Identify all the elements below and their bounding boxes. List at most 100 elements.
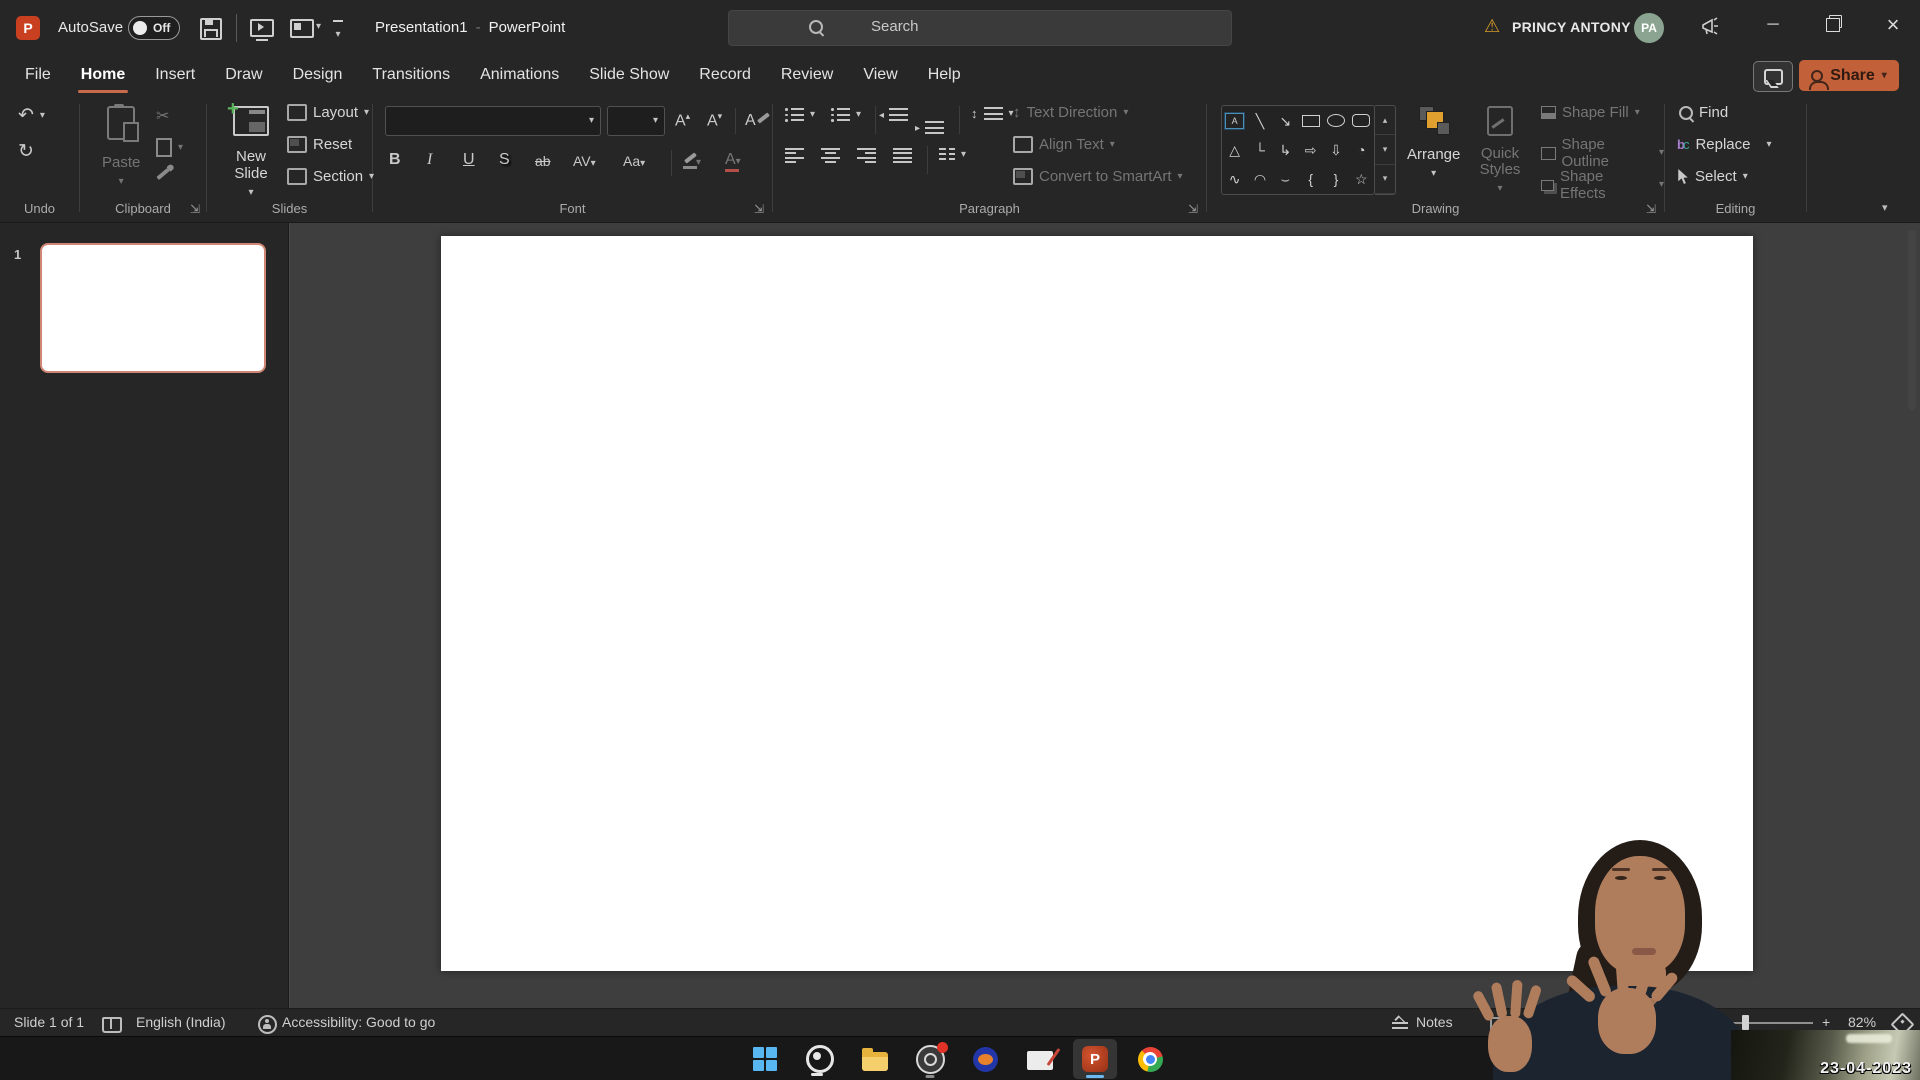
align-center-button[interactable]: [821, 148, 840, 163]
save-icon[interactable]: [200, 18, 222, 40]
shape-effects-button[interactable]: Shape Effects▾: [1541, 168, 1664, 202]
close-button[interactable]: ×: [1870, 0, 1916, 50]
notes-icon[interactable]: [1392, 1018, 1408, 1029]
new-slide-button[interactable]: + New Slide ▾: [221, 106, 281, 198]
tab-insert[interactable]: Insert: [140, 56, 210, 96]
accessibility-status[interactable]: Accessibility: Good to go: [282, 1014, 435, 1030]
search-input[interactable]: Search: [728, 10, 1232, 46]
tab-review[interactable]: Review: [766, 56, 848, 96]
star-shape[interactable]: ☆: [1355, 172, 1368, 186]
oval-shape[interactable]: [1327, 114, 1345, 127]
tab-slide-show[interactable]: Slide Show: [574, 56, 684, 96]
select-button[interactable]: Select▾: [1677, 168, 1748, 185]
character-spacing-button[interactable]: AV▾: [573, 154, 596, 169]
feedback-icon[interactable]: [1700, 16, 1722, 43]
scribble-shape[interactable]: ∿: [1229, 172, 1241, 186]
triangle-shape[interactable]: △: [1229, 143, 1240, 157]
cut-button[interactable]: ✂: [156, 106, 169, 126]
section-button[interactable]: Section▾: [287, 168, 374, 185]
share-button[interactable]: Share ▾: [1799, 60, 1899, 91]
user-name[interactable]: PRINCY ANTONY: [1512, 19, 1631, 35]
italic-button[interactable]: I: [427, 152, 432, 168]
convert-to-smartart-button[interactable]: Convert to SmartArt▾: [1013, 168, 1183, 185]
rectangle-shape[interactable]: [1302, 115, 1320, 127]
layout-button[interactable]: Layout▾: [287, 104, 369, 121]
highlight-color-button[interactable]: ▾: [683, 152, 701, 169]
chevron-down-icon[interactable]: ▾: [178, 143, 183, 153]
language-status[interactable]: English (India): [136, 1014, 226, 1030]
minimize-button[interactable]: ─: [1750, 0, 1796, 50]
zoom-slider-thumb[interactable]: [1742, 1015, 1749, 1030]
format-painter-button[interactable]: [156, 172, 170, 176]
paste-button[interactable]: Paste ▾: [102, 106, 140, 187]
text-direction-button[interactable]: ↕Text Direction▾: [1013, 104, 1128, 121]
text-shadow-button[interactable]: S: [499, 152, 510, 168]
chevron-down-icon[interactable]: ▾: [856, 110, 861, 120]
taskbar-obs-studio[interactable]: [908, 1039, 952, 1079]
align-right-button[interactable]: [857, 148, 876, 163]
quick-styles-button[interactable]: Quick Styles ▾: [1471, 106, 1529, 194]
tab-help[interactable]: Help: [913, 56, 976, 96]
chevron-down-icon[interactable]: ▾: [316, 22, 321, 32]
arrange-button[interactable]: Arrange ▾: [1407, 106, 1460, 179]
tab-design[interactable]: Design: [278, 56, 358, 96]
align-text-button[interactable]: Align Text▾: [1013, 136, 1115, 153]
taskbar-whiteboard-app[interactable]: [1018, 1039, 1062, 1079]
tab-animations[interactable]: Animations: [465, 56, 574, 96]
taskbar-media-app[interactable]: [963, 1039, 1007, 1079]
notes-button[interactable]: Notes: [1416, 1014, 1453, 1030]
dialog-launcher-icon[interactable]: ⇲: [754, 202, 764, 216]
chevron-down-icon[interactable]: ▾: [1767, 140, 1772, 150]
strikethrough-button[interactable]: ab: [535, 154, 551, 168]
arc-shape[interactable]: ◠: [1254, 172, 1266, 186]
font-color-button[interactable]: A▾: [725, 152, 741, 168]
chevron-down-icon[interactable]: ▾: [40, 111, 45, 121]
chevron-down-icon[interactable]: ▾: [248, 188, 253, 198]
tab-draw[interactable]: Draw: [210, 56, 277, 96]
shape-outline-button[interactable]: Shape Outline▾: [1541, 136, 1664, 170]
change-case-button[interactable]: Aa▾: [623, 154, 645, 169]
autosave-toggle[interactable]: Off: [128, 16, 180, 40]
taskbar-file-explorer[interactable]: [853, 1039, 897, 1079]
copy-button[interactable]: ▾: [156, 138, 183, 157]
bold-button[interactable]: B: [389, 152, 401, 168]
slide-canvas[interactable]: [441, 236, 1753, 971]
decrease-font-size-button[interactable]: A▾: [707, 112, 722, 129]
zoom-in-button[interactable]: +: [1822, 1014, 1830, 1030]
start-button[interactable]: [743, 1039, 787, 1079]
shape-fill-button[interactable]: Shape Fill▾: [1541, 104, 1640, 121]
scroll-up-icon[interactable]: ▴: [1375, 106, 1395, 135]
powerpoint-logo-icon[interactable]: P: [16, 16, 40, 40]
elbow-connector-shape[interactable]: └: [1255, 143, 1265, 157]
numbering-button[interactable]: ▾: [831, 108, 861, 121]
customize-quick-access-toolbar[interactable]: ▾: [332, 20, 344, 42]
chevron-down-icon[interactable]: ▾: [810, 110, 815, 120]
font-name-combobox[interactable]: ▾: [385, 106, 601, 136]
spell-check-icon[interactable]: [102, 1017, 122, 1033]
line-spacing-button[interactable]: ↕▾: [971, 106, 1014, 121]
dialog-launcher-icon[interactable]: ⇲: [190, 202, 200, 216]
accessibility-icon[interactable]: [258, 1015, 277, 1034]
comments-button[interactable]: [1753, 61, 1793, 92]
elbow-arrow-shape[interactable]: ↳: [1279, 143, 1291, 157]
find-button[interactable]: Find: [1679, 104, 1728, 121]
clear-formatting-button[interactable]: A: [745, 112, 764, 129]
font-size-combobox[interactable]: ▾: [607, 106, 665, 136]
restore-button[interactable]: [1810, 0, 1856, 50]
right-brace-shape[interactable]: }: [1334, 172, 1339, 186]
align-left-button[interactable]: [785, 148, 804, 163]
dialog-launcher-icon[interactable]: ⇲: [1188, 202, 1198, 216]
dialog-launcher-icon[interactable]: ⇲: [1646, 202, 1656, 216]
reset-button[interactable]: Reset: [287, 136, 352, 153]
start-slideshow-icon[interactable]: [250, 19, 274, 37]
slide-thumbnail[interactable]: [40, 243, 266, 373]
zoom-level[interactable]: 82%: [1848, 1014, 1876, 1030]
scroll-down-icon[interactable]: ▾: [1375, 135, 1395, 164]
tab-transitions[interactable]: Transitions: [357, 56, 465, 96]
language-indicator[interactable]: IN: [1641, 1050, 1654, 1065]
block-arrow-down-shape[interactable]: ⇩: [1330, 143, 1342, 157]
taskbar-chrome[interactable]: [1128, 1039, 1172, 1079]
warning-icon[interactable]: ⚠: [1484, 16, 1500, 37]
chevron-down-icon[interactable]: ▾: [119, 177, 124, 187]
normal-view-icon[interactable]: [1490, 1017, 1508, 1032]
